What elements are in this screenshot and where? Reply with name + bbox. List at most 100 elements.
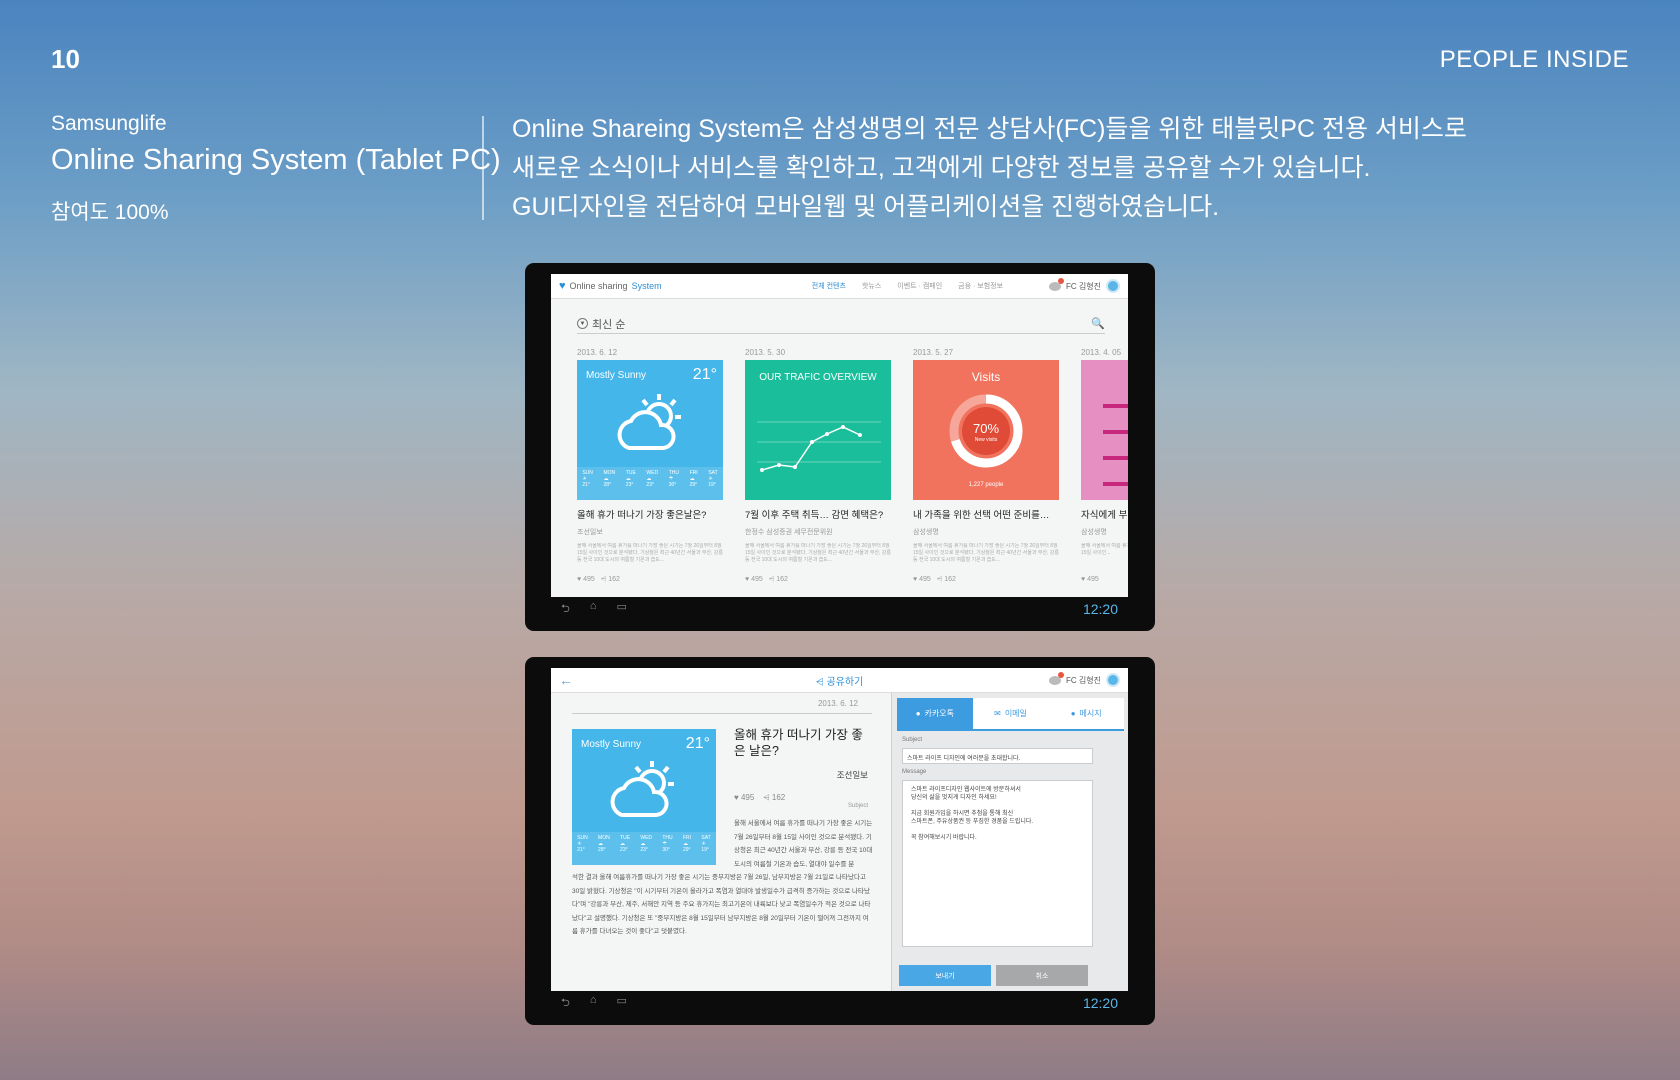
heart-icon: ♥ (913, 576, 918, 583)
forecast-day: SUN ☀ 21° (582, 470, 593, 488)
forecast-day: WED ☁ 23° (640, 835, 653, 853)
company-name: Samsunglife (51, 112, 167, 135)
message-line: 스마트 라이프디자인 웹사이트에 방문하셔서 (911, 787, 1021, 793)
back-icon[interactable]: ⮌ (561, 600, 570, 619)
message-label: Message (902, 769, 927, 775)
sort-select[interactable]: 최신 순 (592, 316, 625, 332)
share-icon: ⩤ (768, 576, 775, 583)
card-title: 자식에게 부 (1081, 510, 1128, 521)
card-meta: ♥ 495 ⩤ 162 (745, 576, 788, 583)
message-line (911, 802, 1084, 810)
card-source: 조선일보 (577, 529, 603, 536)
send-button[interactable]: 보내기 (899, 965, 991, 986)
weather-label: Mostly Sunny (581, 739, 642, 750)
card-source: 삼성생명 (1081, 529, 1107, 536)
forecast-day: FRI ☁ 29° (682, 835, 692, 853)
traffic-thumbnail: OUR TRAFIC OVERVIEW (745, 360, 891, 500)
card-meta: ♥ 495 (1081, 576, 1099, 583)
tab-email[interactable]: ✉ 이메일 (973, 698, 1049, 729)
article-meta: ♥ 495 ⩤ 162 (734, 793, 786, 802)
forecast-day: MON ☁ 28° (603, 470, 616, 488)
card-date: 2013. 5. 27 (913, 348, 954, 357)
forecast-day: MON ☁ 28° (598, 835, 610, 853)
recent-apps-icon[interactable]: ▭ (616, 600, 626, 619)
user-area[interactable]: FC 김형진 (1049, 671, 1120, 687)
forecast-day: SAT ☀ 19° (701, 835, 711, 853)
message-line: 꼭 참여해보시기 바랍니다. (911, 835, 977, 841)
description-line: GUI디자인을 전담하여 모바일웹 및 어플리케이션을 진행하였습니다. (512, 193, 1220, 221)
card-date: 2013. 6. 12 (577, 348, 618, 357)
list-screen: ♥ Online sharing System 전체 컨텐츠 핫뉴스 이벤트 ·… (551, 274, 1128, 597)
visits-percent: 70% (972, 421, 1000, 436)
tablet-detail-mockup: ← ⩤ 공유하기 FC 김형진 2013. 6. 12 Mostly Sunny… (525, 657, 1155, 1025)
article-date: 2013. 6. 12 (817, 699, 858, 708)
talk-icon: ● (915, 709, 921, 718)
card-body: 올해 서울에서 여름 휴가를 떠나기 가장 좋은 시기는 7월 26일부터 8월… (1081, 543, 1128, 556)
share-icon: ⩤ (815, 676, 824, 688)
tab-hot-news[interactable]: 핫뉴스 (862, 281, 881, 291)
clock: 12:20 (1082, 601, 1118, 617)
logo-text-accent: System (631, 281, 662, 291)
recent-apps-icon[interactable]: ▭ (616, 994, 626, 1013)
share-icon: ⩤ (600, 576, 607, 583)
detail-header: ← ⩤ 공유하기 FC 김형진 (551, 668, 1128, 693)
content-card[interactable]: 2013. 5. 30 OUR TRAFIC OVERVIEW 7월 이후 주택… (745, 348, 891, 584)
search-icon[interactable]: 🔍 (1091, 317, 1105, 330)
avatar[interactable] (1106, 673, 1120, 687)
brand-label: PEOPLE INSIDE (1439, 46, 1629, 73)
people-count: 1,227 people (968, 482, 1004, 488)
tab-kakaotalk[interactable]: ● 카카오톡 (897, 698, 973, 729)
back-icon[interactable]: ⮌ (561, 994, 570, 1013)
avatar[interactable] (1106, 279, 1120, 293)
forecast-day: WED ☁ 23° (646, 470, 659, 488)
user-area[interactable]: FC 김형진 (1049, 277, 1120, 293)
subject-input[interactable]: 스마트 라이프 디자인에 여러분을 초대합니다. (902, 748, 1093, 764)
home-icon[interactable]: ⌂ (590, 994, 597, 1013)
article-title: 올해 휴가 떠나기 가장 좋은 날은? (734, 728, 863, 758)
tab-all-content[interactable]: 전체 컨텐츠 (812, 281, 846, 291)
tab-finance[interactable]: 금융 · 보험정보 (958, 281, 1003, 291)
participation-label: 참여도 100% (51, 201, 169, 224)
content-card[interactable]: 2013. 6. 12 Mostly Sunny 21° SUN ☀ 21° MON… (577, 348, 723, 584)
message-line: 당신의 삶을 멋지게 디자인 하세요! (911, 795, 997, 801)
heart-icon: ♥ (1081, 576, 1086, 583)
message-line: 스마트폰, 주유상품권 등 푸짐한 경품을 드립니다. (911, 819, 1034, 825)
share-icon: ⩤ (763, 793, 770, 802)
user-label: FC 김형진 (1066, 281, 1101, 291)
share-title: ⩤ 공유하기 (815, 676, 864, 688)
visits-label: Visits (971, 370, 1001, 384)
bar-graphic (1103, 456, 1128, 460)
project-description: Online Shareing System은 삼성생명의 전문 상담사(FC)… (512, 110, 1512, 227)
weather-temp: 21° (685, 735, 710, 752)
bar-graphic (1103, 482, 1128, 486)
chevron-down-icon[interactable]: ▼ (577, 318, 588, 329)
message-textarea[interactable]: 스마트 라이프디자인 웹사이트에 방문하셔서 당신의 삶을 멋지게 디자인 하세… (902, 780, 1093, 947)
app-logo[interactable]: ♥ Online sharing System (559, 280, 662, 292)
tab-events[interactable]: 이벤트 · 캠페인 (897, 281, 942, 291)
card-title: 내 가족을 위한 선택 어떤 준비를… (913, 510, 1050, 521)
card-body: 올해 서울에서 여름 휴가를 떠나기 가장 좋은 시기는 7월 26일부터 8월… (745, 543, 891, 563)
forecast-day: TUE ☁ 23° (620, 835, 631, 853)
card-date: 2013. 5. 30 (745, 348, 786, 357)
notification-icon[interactable] (1049, 671, 1065, 685)
notification-icon[interactable] (1049, 277, 1065, 291)
bar-graphic (1103, 404, 1128, 408)
content-card[interactable]: 2013. 4. 05 자식에게 부 삼성생명 올해 서울에서 여름 휴가를 떠… (1081, 348, 1128, 584)
page-number: 10 (51, 44, 80, 74)
android-nav-bar: ⮌ ⌂ ▭ 12:20 (551, 992, 1128, 1014)
line-chart-graphic (757, 421, 881, 472)
heart-icon: ♥ (734, 793, 739, 802)
card-date: 2013. 4. 05 (1081, 348, 1122, 357)
content-card[interactable]: 2013. 5. 27 Visits 70% New visits 1,227 … (913, 348, 1059, 584)
article-text-continued: 석한 결과 올해 여름휴가를 떠나기 가장 좋은 시기는 중부지방은 7월 26… (572, 874, 871, 935)
card-body: 올해 서울에서 여름 휴가를 떠나기 가장 좋은 시기는 7월 26일부터 8월… (577, 543, 723, 563)
android-nav-bar: ⮌ ⌂ ▭ 12:20 (551, 598, 1128, 620)
logo-text: Online sharing (569, 281, 628, 291)
bar-thumbnail (1081, 360, 1128, 500)
heart-icon: ♥ (577, 576, 582, 583)
card-body: 올해 서울에서 여름 휴가를 떠나기 가장 좋은 시기는 7월 26일부터 8월… (913, 543, 1059, 563)
cancel-button[interactable]: 취소 (996, 965, 1088, 986)
home-icon[interactable]: ⌂ (590, 600, 597, 619)
back-arrow-icon[interactable]: ← (559, 672, 573, 688)
tab-message[interactable]: ● 메시지 (1048, 698, 1124, 729)
